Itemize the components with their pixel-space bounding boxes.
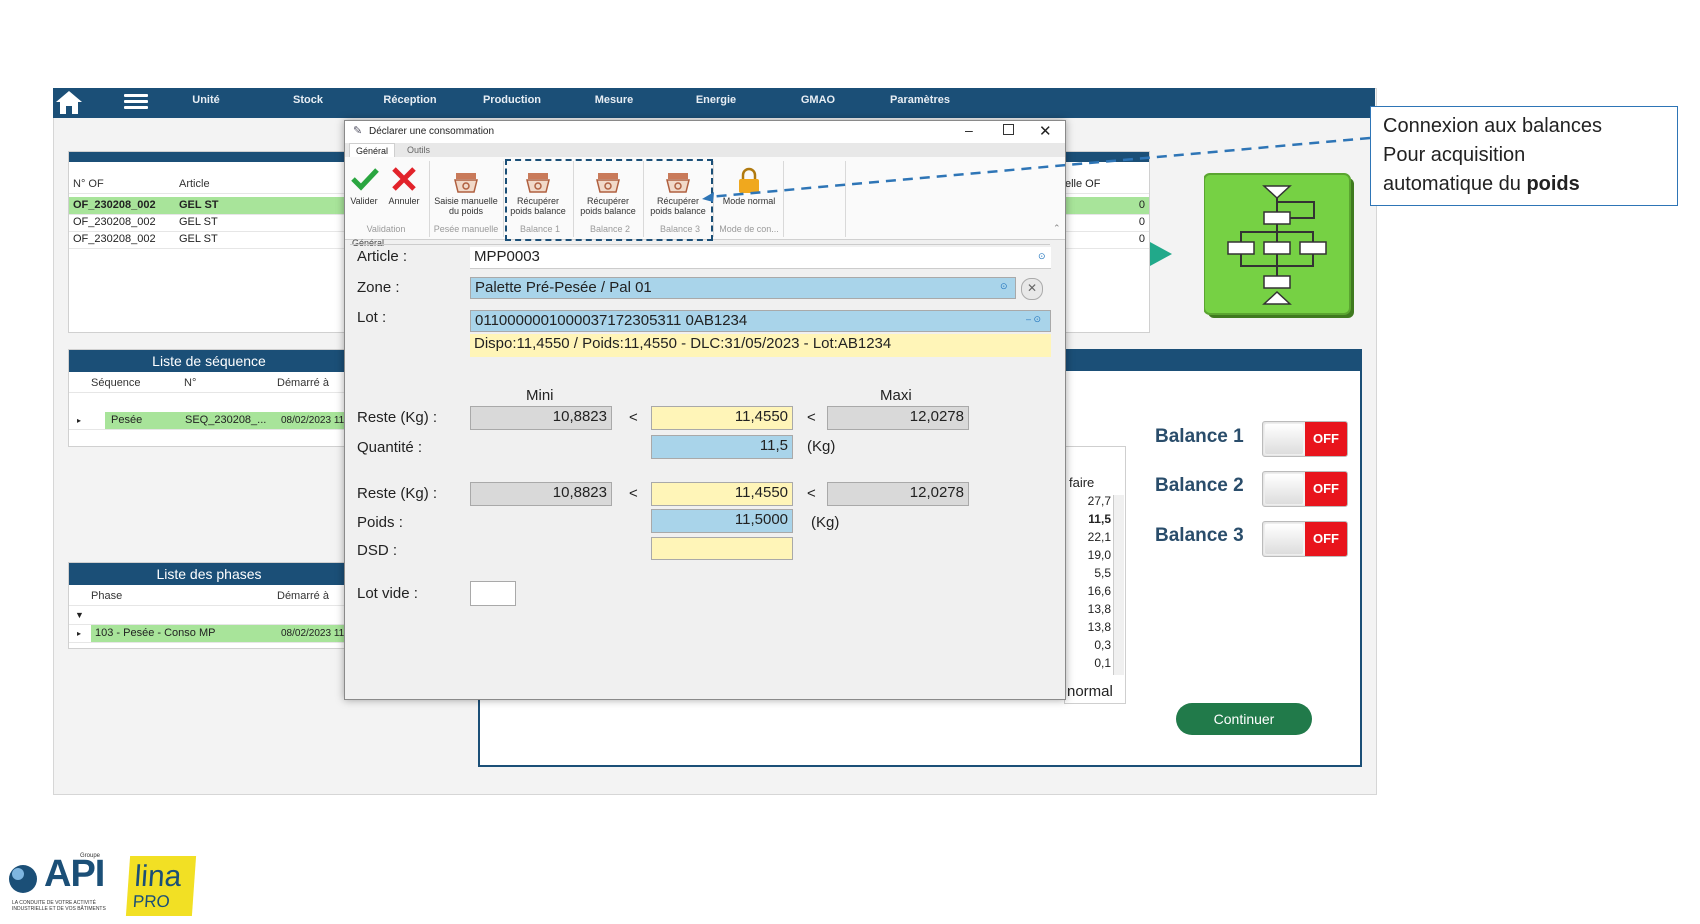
zone-field[interactable]: Palette Pré-Pesée / Pal 01 xyxy=(470,277,1016,299)
dialog-app-icon: ✎ xyxy=(353,125,363,137)
nav-reception[interactable]: Réception xyxy=(367,88,453,118)
manual-weight-button[interactable]: Saisie manuelle du poids xyxy=(432,196,500,216)
filter-icon[interactable]: ▼ xyxy=(75,607,84,624)
nav-mesure[interactable]: Mesure xyxy=(571,88,657,118)
get-weight-balance-1-button[interactable]: Récupérer poids balance xyxy=(506,196,570,216)
api-logo-globe xyxy=(9,865,37,893)
home-icon[interactable] xyxy=(55,89,83,116)
callout-line-2: Pour acquisition xyxy=(1383,144,1526,166)
group-balance-2: Balance 2 xyxy=(589,224,631,234)
callout-line-3: automatique du xyxy=(1383,173,1527,195)
scale-icon[interactable] xyxy=(453,170,479,194)
article-col-header: Article xyxy=(179,178,210,190)
scale-icon[interactable] xyxy=(665,170,691,194)
validate-check-icon[interactable] xyxy=(350,166,380,192)
zone-lookup-icon[interactable]: ⊙ xyxy=(1000,281,1008,292)
phases-panel-title: Liste des phases xyxy=(69,563,349,585)
scale-icon[interactable] xyxy=(595,170,621,194)
maxi-label: Maxi xyxy=(880,387,912,404)
api-logo-tagline: LA CONDUITE DE VOTRE ACTIVITÉ INDUSTRIEL… xyxy=(12,900,106,912)
sequence-panel: Liste de séquence Séquence N° Démarré à … xyxy=(68,349,353,447)
article-field[interactable]: MPP0003 xyxy=(470,247,1051,269)
mini-label: Mini xyxy=(526,387,554,404)
quantite-label: Quantité : xyxy=(357,439,423,456)
reste-value-field: 11,4550 xyxy=(651,406,793,430)
table-row[interactable]: ▸ 103 - Pesée - Conso MP 08/02/2023 11 xyxy=(69,625,353,643)
reste-maxi-field: 12,0278 xyxy=(827,406,969,430)
callout-bold: poids xyxy=(1526,173,1580,195)
balance-3-label: Balance 3 xyxy=(1155,525,1244,546)
group-balance-1: Balance 1 xyxy=(519,224,561,234)
menu-icon[interactable] xyxy=(124,94,148,110)
balance-2-toggle[interactable]: OFF xyxy=(1262,471,1348,507)
balance-2-label: Balance 2 xyxy=(1155,475,1244,496)
group-pesee-manuelle: Pesée manuelle xyxy=(433,224,499,234)
reste-2-mini-field: 10,8823 xyxy=(470,482,612,506)
quantite-input[interactable]: 11,5 xyxy=(651,435,793,459)
reste-2-maxi-field: 12,0278 xyxy=(827,482,969,506)
lot-vide-checkbox[interactable] xyxy=(470,581,516,606)
lot-label: Lot : xyxy=(357,309,387,326)
tab-general[interactable]: Général xyxy=(349,143,396,158)
poids-input[interactable]: 11,5000 xyxy=(651,509,793,533)
callout-connector xyxy=(702,136,1371,202)
balance-1-toggle[interactable]: OFF xyxy=(1262,421,1348,457)
poids-unit: (Kg) xyxy=(811,514,840,531)
phases-panel: Liste des phases Phase Démarré à ▼ ▸ 103… xyxy=(68,562,353,649)
dsd-label: DSD : xyxy=(357,542,398,559)
get-weight-balance-2-button[interactable]: Récupérer poids balance xyxy=(576,196,640,216)
maximize-icon[interactable] xyxy=(1003,124,1014,135)
balance-1-label: Balance 1 xyxy=(1155,426,1244,447)
cancel-button[interactable]: Annuler xyxy=(384,196,424,206)
validate-button[interactable]: Valider xyxy=(344,196,384,206)
reste-2-value-field: 11,4550 xyxy=(651,482,793,506)
table-row[interactable]: OF_230208_002 GEL ST xyxy=(69,197,349,215)
scale-icon[interactable] xyxy=(525,170,551,194)
api-logo-text: API xyxy=(44,853,105,895)
clear-zone-icon[interactable]: ✕ xyxy=(1021,278,1043,300)
nav-production[interactable]: Production xyxy=(469,88,555,118)
section-label: Général xyxy=(352,238,385,248)
collapse-ribbon-icon[interactable]: ⌃ xyxy=(1053,223,1061,234)
quantite-unit: (Kg) xyxy=(807,438,836,455)
article-label: Article : xyxy=(357,248,408,265)
poids-label: Poids : xyxy=(357,514,403,531)
nav-parametres[interactable]: Paramètres xyxy=(877,88,963,118)
of-grid: N° OF Article OF_230208_002 GEL ST OF_23… xyxy=(68,151,350,333)
nav-unite[interactable]: Unité xyxy=(163,88,249,118)
lot-vide-label: Lot vide : xyxy=(357,585,418,602)
table-row[interactable]: OF_230208_002 GEL ST xyxy=(69,231,349,249)
callout-line-1: Connexion aux balances xyxy=(1383,115,1603,137)
dialog-title: Déclarer une consommation xyxy=(369,126,495,137)
cancel-x-icon[interactable] xyxy=(390,165,418,193)
tab-outils[interactable]: Outils xyxy=(407,143,430,157)
table-row[interactable]: ▸ Pesée SEQ_230208_... 08/02/2023 11 xyxy=(69,412,353,430)
lot-lookup-icon[interactable]: – ⊙ xyxy=(1026,314,1041,325)
table-row[interactable]: OF_230208_002 GEL ST xyxy=(69,214,349,232)
dsd-input[interactable] xyxy=(651,537,793,560)
continue-button[interactable]: Continuer xyxy=(1176,703,1312,735)
lot-info: Dispo:11,4550 / Poids:11,4550 - DLC:31/0… xyxy=(470,334,1051,357)
play-icon[interactable] xyxy=(1148,240,1174,268)
zone-label: Zone : xyxy=(357,279,400,296)
callout-box: Connexion aux balances Pour acquisition … xyxy=(1370,106,1678,206)
balance-3-toggle[interactable]: OFF xyxy=(1262,521,1348,557)
nav-gmao[interactable]: GMAO xyxy=(775,88,861,118)
lot-field[interactable]: 0110000001000037172305311 0AB1234 xyxy=(470,310,1051,332)
sequence-panel-title: Liste de séquence xyxy=(69,350,349,372)
list-scrollbar[interactable] xyxy=(1113,495,1124,675)
group-validation: Validation xyxy=(366,224,406,234)
reste-label: Reste (Kg) : xyxy=(357,409,438,426)
lina-logo: lina PRO xyxy=(125,856,197,916)
nav-energie[interactable]: Energie xyxy=(673,88,759,118)
api-logo-group: Groupe xyxy=(80,853,101,859)
group-balance-3: Balance 3 xyxy=(659,224,701,234)
of-col-header: N° OF xyxy=(73,178,104,190)
reste-mini-field: 10,8823 xyxy=(470,406,612,430)
nav-stock[interactable]: Stock xyxy=(265,88,351,118)
article-lookup-icon[interactable]: ⊙ xyxy=(1038,251,1046,262)
reste-2-label: Reste (Kg) : xyxy=(357,485,438,502)
quantity-list: faire 27,7 11,5 22,1 19,0 5,5 16,6 13,8 … xyxy=(1064,446,1126,704)
group-mode-connexion: Mode de con... xyxy=(719,224,779,234)
